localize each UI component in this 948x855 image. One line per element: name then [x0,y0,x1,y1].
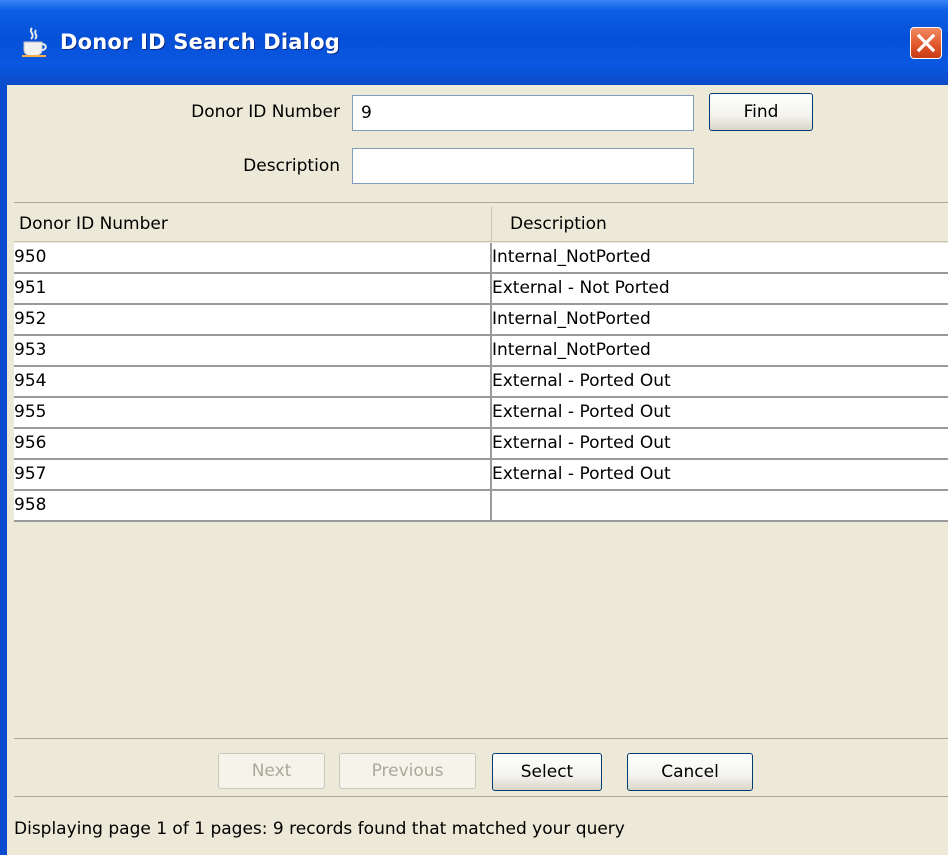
cell-donor-id: 953 [14,340,47,360]
cell-description: External - Ported Out [490,429,948,458]
table-row[interactable]: 951 External - Not Ported [14,274,948,305]
cell-donor-id: 957 [14,464,47,484]
title-bar[interactable]: Donor ID Search Dialog [0,0,948,85]
column-header-description[interactable]: Description [492,207,948,242]
status-text: Displaying page 1 of 1 pages: 9 records … [14,819,625,839]
close-icon [916,33,936,53]
previous-button[interactable]: Previous [339,753,476,789]
cell-description: External - Ported Out [490,367,948,396]
cell-donor-id: 952 [14,309,47,329]
button-bar: Next Previous Select Cancel [14,738,948,797]
cell-description: Internal_NotPorted [490,305,948,334]
table-row[interactable]: 955 External - Ported Out [14,398,948,429]
table-row[interactable]: 953 Internal_NotPorted [14,336,948,367]
select-button[interactable]: Select [492,753,602,791]
cell-description: External - Ported Out [490,398,948,427]
cell-description [490,491,948,520]
table-row[interactable]: 954 External - Ported Out [14,367,948,398]
donor-id-input[interactable] [352,95,694,131]
description-label: Description [243,156,340,176]
cell-donor-id: 956 [14,433,47,453]
cell-donor-id: 958 [14,495,47,515]
find-button[interactable]: Find [709,93,813,131]
table-row[interactable]: 952 Internal_NotPorted [14,305,948,336]
cancel-button[interactable]: Cancel [627,753,753,791]
search-form: Donor ID Number Find Description [14,85,948,202]
donor-id-search-dialog: Donor ID Search Dialog Donor ID Number F… [0,0,948,855]
close-button[interactable] [910,27,942,59]
cell-donor-id: 955 [14,402,47,422]
cell-description: Internal_NotPorted [490,243,948,272]
table-row[interactable]: 950 Internal_NotPorted [14,243,948,274]
cell-description: Internal_NotPorted [490,336,948,365]
cell-donor-id: 954 [14,371,47,391]
cell-donor-id: 950 [14,247,47,267]
table-row[interactable]: 957 External - Ported Out [14,460,948,491]
cell-description: External - Ported Out [490,460,948,489]
table-row[interactable]: 958 [14,491,948,522]
results-table: Donor ID Number Description 950 Internal_… [14,202,948,739]
table-row[interactable]: 956 External - Ported Out [14,429,948,460]
java-cup-icon [20,26,48,58]
donor-id-label: Donor ID Number [191,102,340,122]
status-bar: Displaying page 1 of 1 pages: 9 records … [14,796,948,855]
cell-donor-id: 951 [14,278,47,298]
window-title: Donor ID Search Dialog [60,30,340,54]
description-input[interactable] [352,148,694,184]
column-header-donor-id[interactable]: Donor ID Number [14,207,492,242]
table-header: Donor ID Number Description [14,207,948,242]
table-body: 950 Internal_NotPorted 951 External - Not P… [14,243,948,522]
next-button[interactable]: Next [218,753,325,789]
cell-description: External - Not Ported [490,274,948,303]
